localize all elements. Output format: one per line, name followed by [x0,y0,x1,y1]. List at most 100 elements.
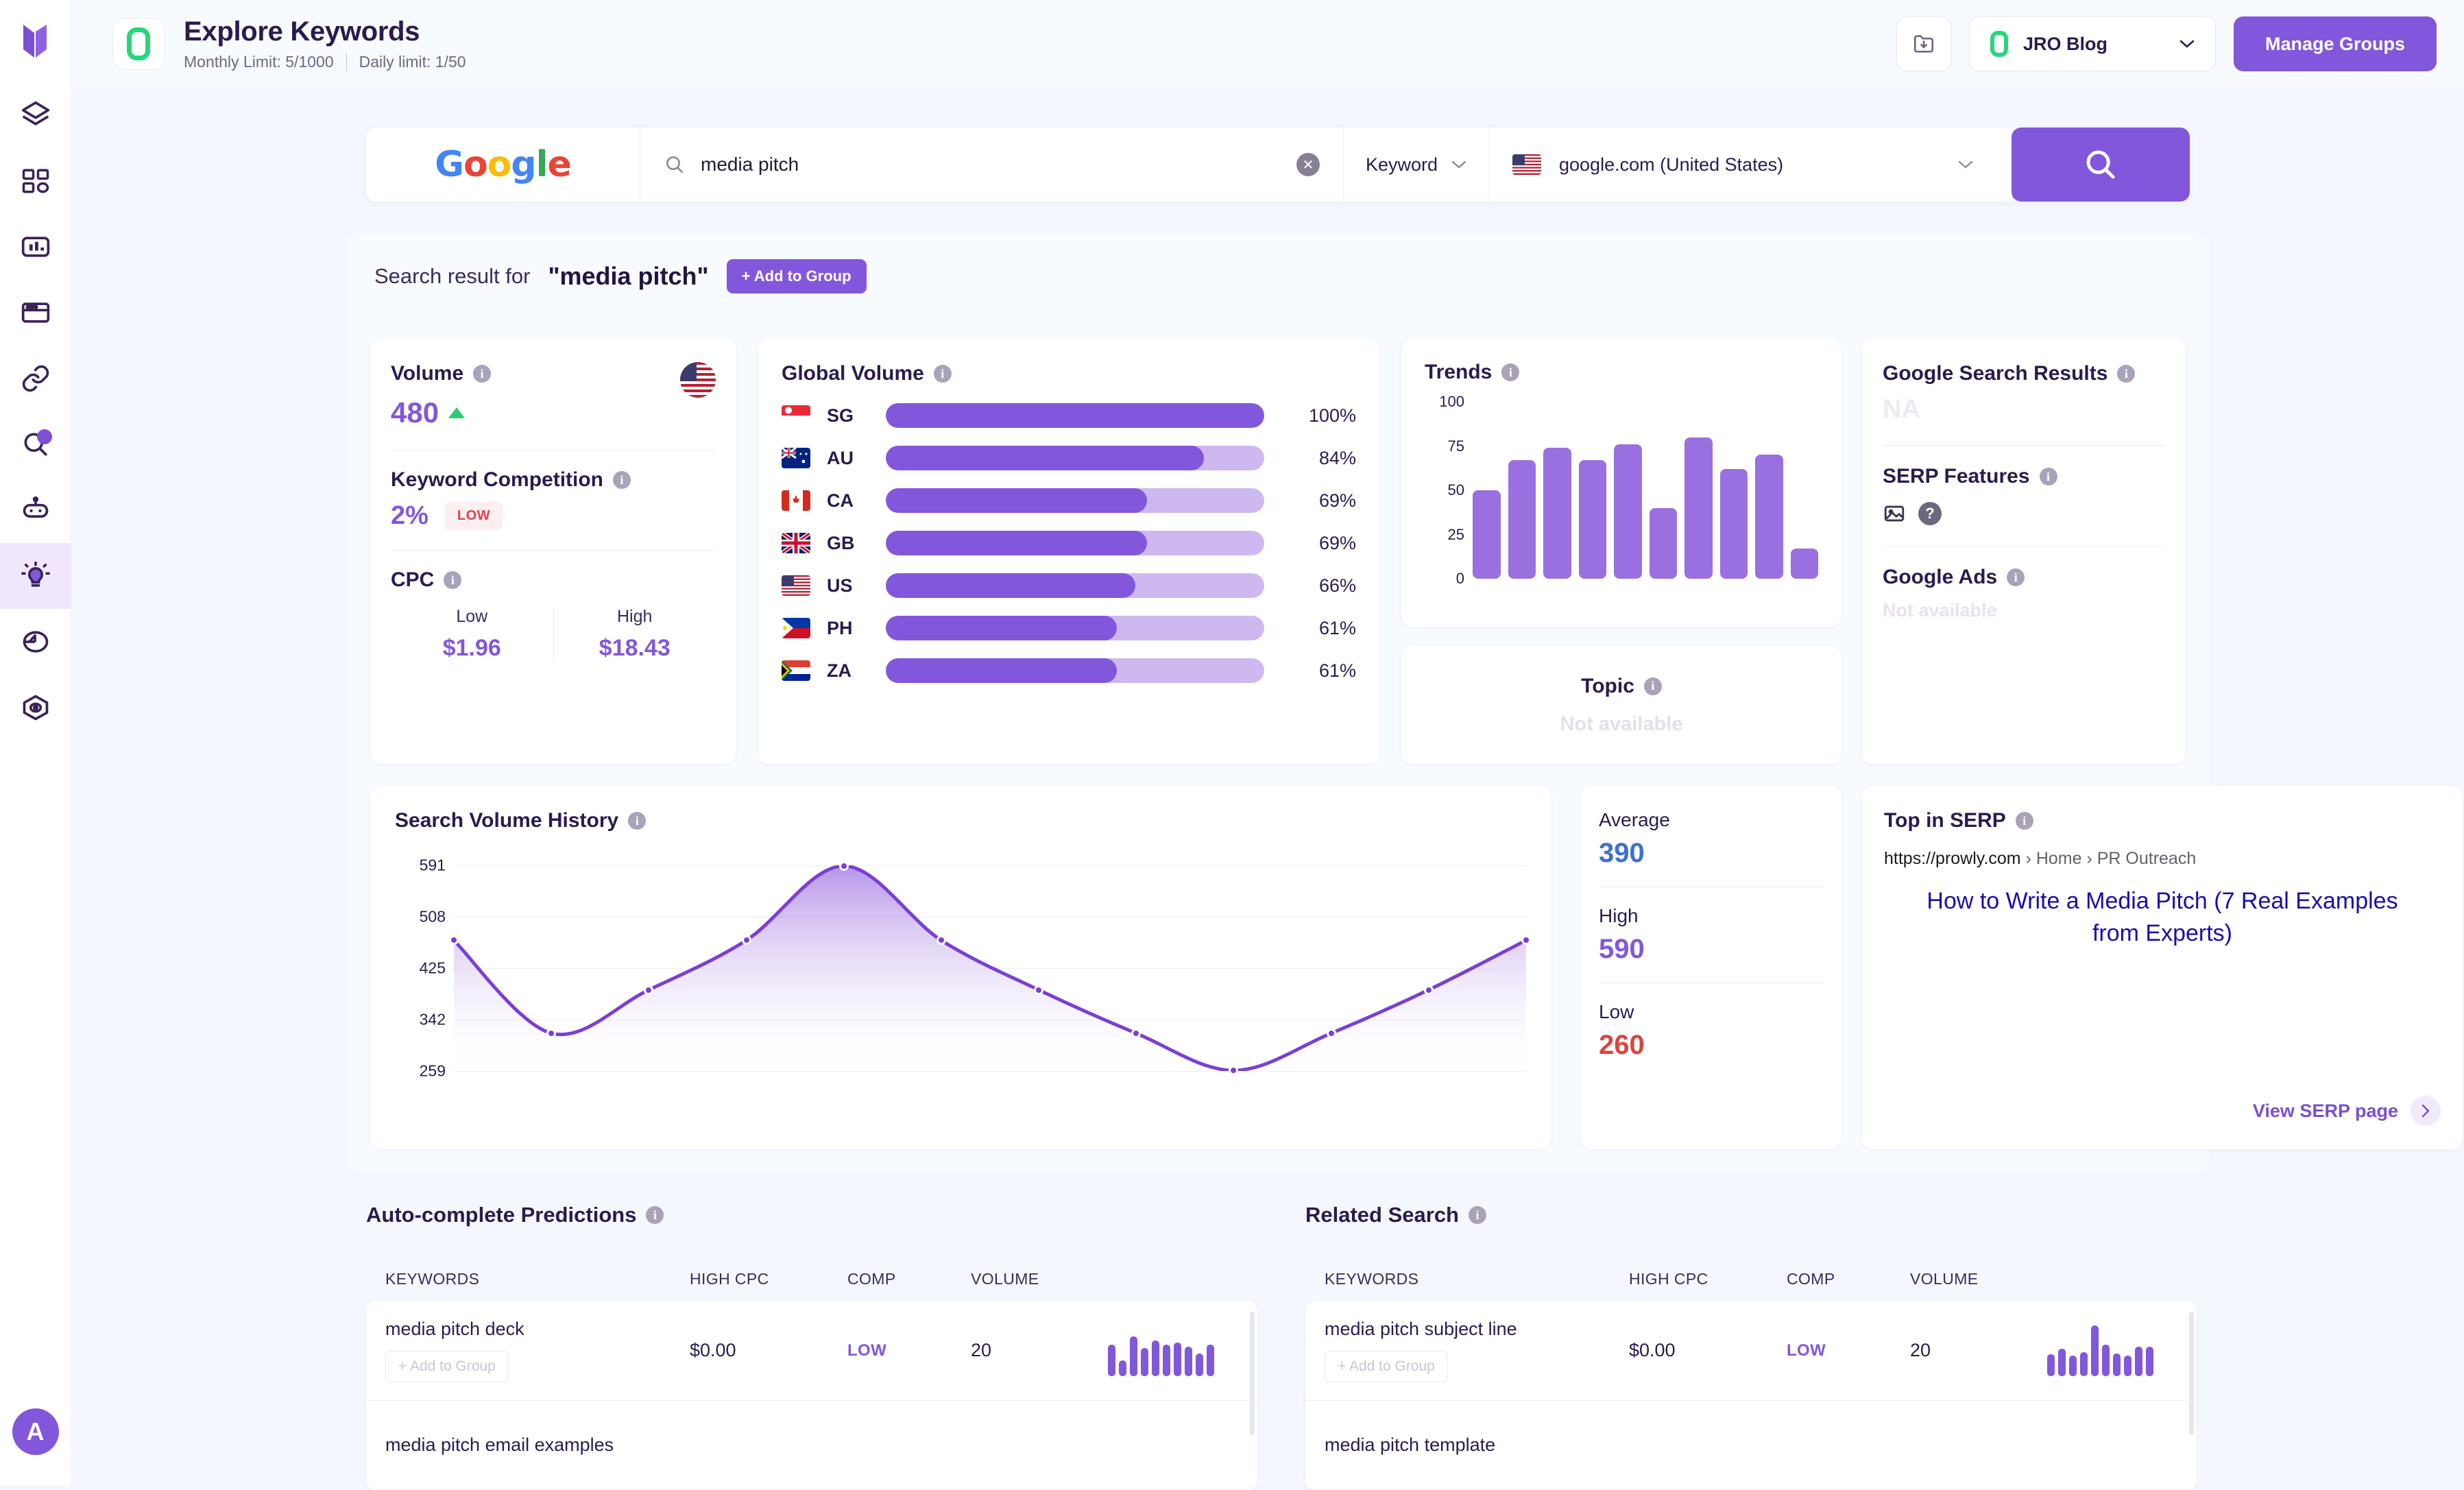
related-table-body: media pitch subject line + Add to Group $0… [1305,1301,2197,1490]
info-icon[interactable]: i [613,471,631,489]
info-icon[interactable]: i [1469,1206,1486,1224]
global-volume-rows: SG 100% AU 84% CA 69% GB 69% US 66% PH 61% ZA 61% [782,403,1356,683]
info-icon[interactable]: i [933,365,952,383]
cpc-low-value: $1.96 [442,635,501,661]
country-code: PH [827,617,853,638]
volume-bar-fill [886,446,1204,470]
info-icon[interactable]: i [2007,568,2025,586]
manage-groups-button[interactable]: Manage Groups [2233,16,2437,71]
history-point[interactable] [1034,985,1044,995]
sidebar-item-layers[interactable] [0,82,71,148]
history-point[interactable] [741,935,751,946]
trends-bar [1790,549,1818,579]
cpc-low-label: Low [456,607,488,626]
history-point[interactable] [546,1028,557,1038]
volume-percent: 61% [1318,660,1356,681]
country-value: google.com (United States) [1559,154,1784,175]
table-row[interactable]: media pitch template [1305,1401,2197,1490]
trends-tick: 75 [1447,437,1464,455]
image-icon[interactable] [1883,502,1906,525]
comp-cell: LOW [1787,1341,1826,1360]
keyword-cell: media pitch template [1325,1434,1629,1456]
trends-bar [1543,448,1571,579]
question-mark-icon[interactable]: ? [1918,502,1942,525]
sidebar-item-reports[interactable] [0,609,71,675]
search-input[interactable] [701,154,1281,176]
sg-flag [782,405,810,426]
view-serp-page-link[interactable]: View SERP page [2253,1096,2441,1126]
sparkline-bar [2102,1344,2110,1376]
sidebar-item-monitoring[interactable] [0,675,71,741]
info-icon[interactable]: i [1643,677,1662,695]
daily-limit: Daily limit: 1/50 [359,53,466,71]
search-submit-button[interactable] [2012,128,2190,202]
history-tick: 259 [419,1061,446,1080]
sparkline-cell [2047,1325,2177,1376]
history-point[interactable] [1521,935,1531,946]
info-icon[interactable]: i [2117,365,2136,383]
country-dropdown[interactable]: google.com (United States) [1489,128,1996,202]
info-icon[interactable]: i [473,365,492,383]
avatar[interactable]: A [12,1408,59,1455]
sidebar-item-backlinks[interactable] [0,346,71,411]
history-point[interactable] [449,935,459,946]
result-panel: Search result for "media pitch" + Add to… [347,233,2463,1173]
history-point[interactable] [644,985,654,995]
sparkline-bar [1174,1342,1181,1376]
keyword-name: media pitch deck [385,1319,524,1339]
history-point[interactable] [1423,985,1434,995]
history-point[interactable] [1229,1066,1239,1076]
search-icon [2086,150,2115,179]
add-to-group-button[interactable]: + Add to Group [726,259,867,293]
volume-bar-track [886,446,1264,470]
search-volume-history-title: Search Volume History i [395,809,1526,832]
search-type-dropdown[interactable]: Keyword [1344,128,1489,202]
history-tick: 425 [419,959,446,977]
keyword-cell: media pitch deck + Add to Group [385,1319,690,1382]
history-stats-card: Average 390 High 590 Low 260 [1581,786,1841,1149]
clear-icon[interactable]: ✕ [1296,153,1320,176]
info-icon[interactable]: i [2039,468,2057,485]
info-icon[interactable]: i [646,1206,664,1224]
history-point[interactable] [838,861,849,871]
sidebar-item-explore-keywords[interactable] [0,543,71,609]
volume-bar-track [886,573,1264,598]
average-value: 390 [1599,838,1645,868]
table-row[interactable]: media pitch deck + Add to Group $0.00 LOW 20 [366,1301,1257,1401]
info-icon[interactable]: i [444,571,462,589]
sidebar-item-search[interactable] [0,411,71,477]
country-code: SG [827,405,854,426]
high-cpc-cell: $0.00 [690,1340,736,1360]
history-point[interactable] [1326,1028,1336,1038]
sparkline-bar [2069,1355,2077,1376]
info-icon[interactable]: i [2015,812,2033,830]
group-selector[interactable]: JRO Blog [1968,16,2216,71]
sparkline [2047,1325,2177,1376]
history-point[interactable] [936,935,946,946]
info-icon[interactable]: i [1501,363,1520,381]
volume-percent: 84% [1318,447,1356,468]
app-logo[interactable] [0,0,71,82]
add-to-group-button[interactable]: + Add to Group [1325,1351,1448,1382]
global-volume-row: GB 69% [782,531,1356,555]
sidebar-item-ai-assistant[interactable] [0,477,71,543]
sidebar-nav [0,82,71,741]
add-to-group-button[interactable]: + Add to Group [385,1351,509,1382]
chevron-down-icon [2179,40,2195,48]
history-point[interactable] [1131,1028,1142,1038]
table-row[interactable]: media pitch subject line + Add to Group $0… [1305,1301,2197,1401]
sidebar-item-dashboard[interactable] [0,148,71,214]
sidebar-item-browser[interactable] [0,280,71,346]
sparkline [1108,1325,1238,1376]
scrollbar[interactable] [1250,1312,1255,1435]
import-button[interactable] [1896,16,1951,71]
volume-percent: 66% [1318,575,1356,596]
col-comp: COMP [847,1270,896,1288]
sidebar-item-analytics[interactable] [0,214,71,280]
serp-result-title[interactable]: How to Write a Media Pitch (7 Real Examp… [1884,885,2441,950]
info-icon[interactable]: i [628,812,647,830]
volume-bar-fill [886,403,1264,428]
search-volume-history-card: Search Volume History i 591 508 425 342 259 [370,786,1551,1149]
scrollbar[interactable] [2189,1312,2194,1435]
table-row[interactable]: media pitch email examples [366,1401,1257,1490]
